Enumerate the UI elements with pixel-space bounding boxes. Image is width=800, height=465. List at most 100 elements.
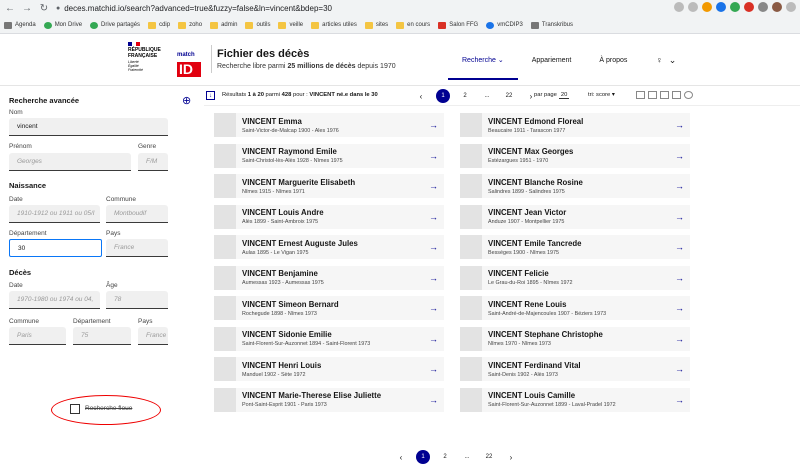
download-icon[interactable]: ↓ bbox=[206, 91, 215, 100]
bookmark-folder[interactable]: cdip bbox=[148, 21, 170, 29]
result-card[interactable]: VINCENT Sidonie Emilie Saint-Florent-Sur-… bbox=[214, 326, 444, 351]
deces-pays-input[interactable]: France bbox=[138, 327, 168, 345]
naissance-commune-input[interactable]: Montboudif bbox=[106, 205, 168, 223]
bookmark-item[interactable]: Drive partagés bbox=[90, 21, 140, 29]
page-1[interactable]: 1 bbox=[416, 450, 430, 464]
arrow-right-icon[interactable]: → bbox=[429, 395, 438, 405]
result-card[interactable]: VINCENT Stephane Christophe Nîmes 1970 - … bbox=[460, 326, 690, 351]
bookmark-folder[interactable]: zoho bbox=[178, 21, 202, 29]
bookmark-item[interactable]: Salon FFG bbox=[438, 21, 478, 29]
share-icon[interactable] bbox=[674, 2, 684, 12]
result-card[interactable]: VINCENT Jean Victor Anduze 1907 - Montpel… bbox=[460, 204, 690, 229]
map-view-icon[interactable] bbox=[684, 91, 693, 99]
arrow-right-icon[interactable]: → bbox=[675, 395, 684, 405]
arrow-right-icon[interactable]: → bbox=[675, 242, 684, 252]
arrow-right-icon[interactable]: → bbox=[675, 364, 684, 374]
bookmark-folder[interactable]: en cours bbox=[396, 21, 430, 29]
naissance-pays-input[interactable]: France bbox=[106, 239, 168, 257]
result-card[interactable]: VINCENT Simeon Bernard Rochegude 1898 - N… bbox=[214, 296, 444, 320]
fuzzy-search-checkbox[interactable] bbox=[70, 404, 80, 414]
result-card[interactable]: VINCENT Louis Andre Alès 1899 - Saint-Amb… bbox=[214, 204, 444, 229]
address-bar[interactable]: ● deces.matchid.io/search?advanced=true&… bbox=[56, 2, 686, 15]
per-page-selector[interactable]: par page 20 bbox=[534, 92, 570, 99]
extension-icon[interactable] bbox=[716, 2, 726, 12]
list-view-icon[interactable] bbox=[636, 91, 645, 99]
arrow-right-icon[interactable]: → bbox=[429, 364, 438, 374]
menu-icon[interactable] bbox=[786, 2, 796, 12]
republique-francaise-logo[interactable]: RÉPUBLIQUE FRANÇAISE Liberté Égalité Fra… bbox=[128, 42, 172, 78]
nav-appariement[interactable]: Appariement bbox=[518, 50, 586, 70]
naissance-date-input[interactable]: 1910-1912 ou 1911 ou 05/I bbox=[9, 205, 100, 223]
bookmark-folder[interactable]: articles utiles bbox=[311, 21, 357, 29]
extension-icon[interactable] bbox=[730, 2, 740, 12]
deces-commune-input[interactable]: Paris bbox=[9, 327, 66, 345]
arrow-right-icon[interactable]: → bbox=[429, 120, 438, 130]
deces-departement-input[interactable]: 75 bbox=[73, 327, 131, 345]
user-menu[interactable]: ♀ ⌄ bbox=[656, 55, 676, 66]
chart-view-icon[interactable] bbox=[672, 91, 681, 99]
result-card[interactable]: VINCENT Emile Tancrede Bességes 1900 - Nî… bbox=[460, 235, 690, 259]
page-1[interactable]: 1 bbox=[436, 89, 450, 103]
bookmark-folder[interactable]: sites bbox=[364, 21, 388, 29]
result-card[interactable]: VINCENT Rene Louis Saint-André-de-Majenco… bbox=[460, 296, 690, 320]
table-view-icon[interactable] bbox=[648, 91, 657, 99]
arrow-right-icon[interactable]: → bbox=[675, 151, 684, 161]
arrow-right-icon[interactable]: → bbox=[429, 334, 438, 344]
nav-recherche[interactable]: Recherche ⌄ bbox=[448, 50, 518, 80]
naissance-departement-input[interactable]: 30 bbox=[9, 239, 102, 257]
bookmark-item[interactable]: vmCDIP3 bbox=[486, 21, 523, 29]
page-2[interactable]: 2 bbox=[438, 450, 452, 464]
genre-input[interactable]: F/M bbox=[138, 153, 168, 171]
fuzzy-search-label[interactable]: Recherche floue bbox=[85, 405, 132, 412]
result-card[interactable]: VINCENT Marguerite Elisabeth Nîmes 1915 -… bbox=[214, 174, 444, 198]
arrow-right-icon[interactable]: → bbox=[429, 151, 438, 161]
arrow-right-icon[interactable]: → bbox=[429, 212, 438, 222]
result-card[interactable]: VINCENT Raymond Emile Saint-Christol-lès-… bbox=[214, 143, 444, 168]
arrow-right-icon[interactable]: → bbox=[429, 181, 438, 191]
bookmark-item[interactable]: Transkribus bbox=[530, 21, 573, 29]
puzzle-icon[interactable] bbox=[758, 2, 768, 12]
arrow-right-icon[interactable]: → bbox=[675, 334, 684, 344]
matchid-logo[interactable]: match ID bbox=[177, 43, 207, 77]
age-input[interactable]: 78 bbox=[106, 291, 168, 309]
bookmark-folder[interactable]: outils bbox=[245, 21, 270, 29]
next-page-icon[interactable]: › bbox=[504, 450, 518, 464]
arrow-right-icon[interactable]: → bbox=[675, 303, 684, 313]
forward-icon[interactable]: → bbox=[20, 2, 34, 16]
prev-page-icon[interactable]: ‹ bbox=[394, 450, 408, 464]
result-card[interactable]: VINCENT Benjamine Aumessas 1923 - Aumessa… bbox=[214, 265, 444, 290]
sort-selector[interactable]: tri: score ▾ bbox=[588, 92, 615, 98]
extension-icon[interactable] bbox=[744, 2, 754, 12]
grid-view-icon[interactable] bbox=[660, 91, 669, 99]
bookmark-item[interactable]: Agenda bbox=[4, 21, 36, 29]
profile-avatar[interactable] bbox=[772, 2, 782, 12]
arrow-right-icon[interactable]: → bbox=[429, 242, 438, 252]
rss-icon[interactable] bbox=[702, 2, 712, 12]
bookmark-item[interactable]: Mon Drive bbox=[43, 21, 82, 29]
bookmark-folder[interactable]: veille bbox=[278, 21, 303, 29]
result-card[interactable]: VINCENT Edmond Floreal Beaucaire 1911 - T… bbox=[460, 113, 690, 137]
result-card[interactable]: VINCENT Marie-Therese Elise Juliette Pont… bbox=[214, 387, 444, 412]
result-card[interactable]: VINCENT Max Georges Estézargues 1951 - 19… bbox=[460, 143, 690, 168]
prev-page-icon[interactable]: ‹ bbox=[414, 89, 428, 103]
arrow-right-icon[interactable]: → bbox=[429, 273, 438, 283]
result-card[interactable]: VINCENT Emma Saint-Victor-de-Malcap 1900 … bbox=[214, 113, 444, 137]
result-card[interactable]: VINCENT Ernest Auguste Jules Aulas 1895 -… bbox=[214, 235, 444, 259]
nom-input[interactable]: vincent bbox=[9, 118, 168, 136]
back-icon[interactable]: ← bbox=[3, 2, 17, 16]
deces-date-input[interactable]: 1970-1980 ou 1974 ou 04, bbox=[9, 291, 100, 309]
star-icon[interactable] bbox=[688, 2, 698, 12]
bookmark-folder[interactable]: admin bbox=[210, 21, 237, 29]
result-card[interactable]: VINCENT Ferdinand Vital Saint-Denis 1902 … bbox=[460, 357, 690, 381]
result-card[interactable]: VINCENT Louis Camille Saint-Florent-Sur-A… bbox=[460, 387, 690, 412]
arrow-right-icon[interactable]: → bbox=[675, 181, 684, 191]
prenom-input[interactable]: Georges bbox=[9, 153, 131, 171]
arrow-right-icon[interactable]: → bbox=[675, 273, 684, 283]
page-2[interactable]: 2 bbox=[458, 89, 472, 103]
page-22[interactable]: 22 bbox=[482, 450, 496, 464]
page-22[interactable]: 22 bbox=[502, 89, 516, 103]
zoom-search-icon[interactable]: ⊕ bbox=[182, 94, 191, 107]
reload-icon[interactable]: ↻ bbox=[37, 2, 51, 16]
result-card[interactable]: VINCENT Blanche Rosine Salindres 1899 - S… bbox=[460, 174, 690, 198]
result-card[interactable]: VINCENT Henri Louis Manduel 1902 - Sète 1… bbox=[214, 357, 444, 381]
